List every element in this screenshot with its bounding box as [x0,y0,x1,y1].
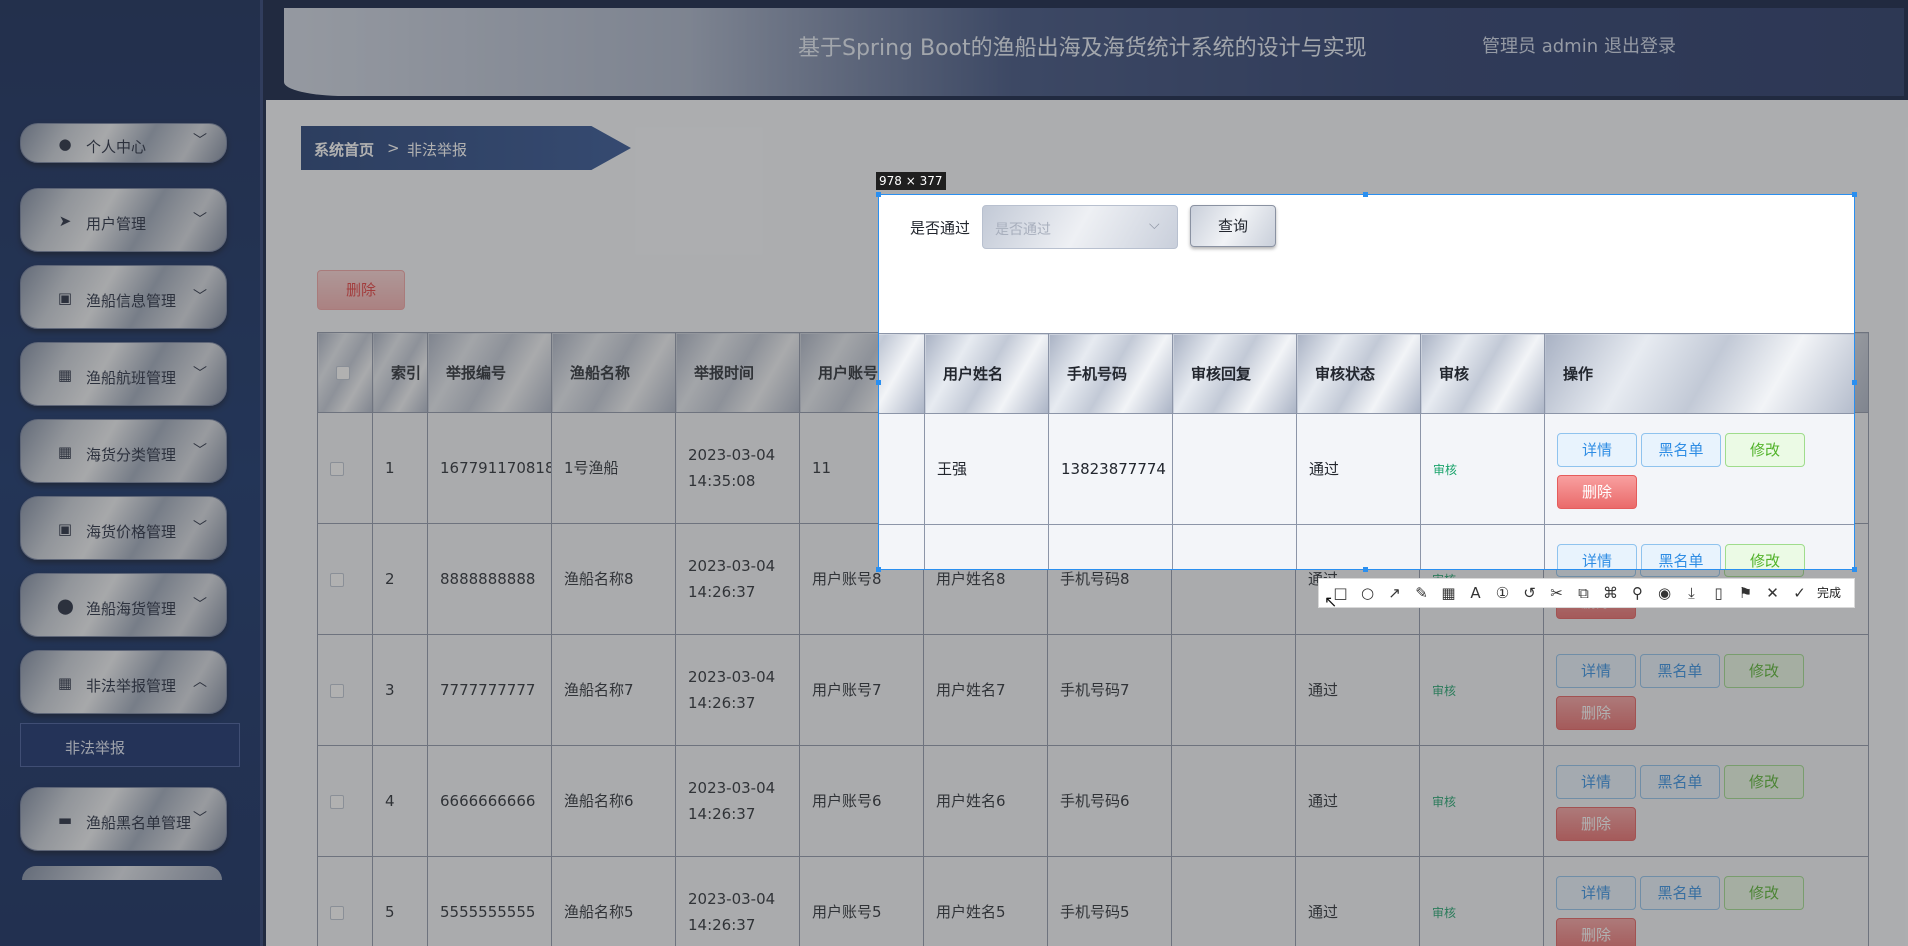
report-table-in-selection: 索引举报编号渔船名称举报时间用户账号用户姓名手机号码审核回复审核状态审核操作 1… [879,333,1854,569]
cell-phone: 手机号码8 [1048,524,1173,569]
resize-handle-tl[interactable] [876,192,881,197]
column-header: 审核 [1420,333,1545,414]
undo-icon[interactable]: ↺ [1516,579,1543,607]
query-button[interactable]: 查询 [1190,205,1276,247]
column-header: 审核状态 [1296,333,1421,414]
phone-icon[interactable]: ▯ [1705,579,1732,607]
selection-size-label: 978 × 377 [876,172,946,190]
table-row: 116779117081811号渔船2023-03-04 14:35:0811王… [879,413,1854,525]
cell-actions: 详情黑名单修改删除 [1544,524,1854,569]
column-header: 操作 [1544,333,1854,414]
text-icon[interactable]: A [1462,579,1489,607]
column-header: 审核回复 [1172,333,1297,414]
capture-toolbar: □ ○ ↗ ✎ ▦ A ① ↺ ✂ ⧉ ⌘ ⚲ ◉ ⤓ ▯ ⚑ ✕ ✓ 完成 [1318,578,1855,608]
resize-handle-bl[interactable] [876,567,881,572]
table-row: 28888888888渔船名称82023-03-04 14:26:37用户账号8… [879,524,1854,569]
pin-icon[interactable]: ⚲ [1624,579,1651,607]
cell-audit: 审核 [1420,524,1545,569]
resize-handle-l[interactable] [876,380,881,385]
column-header: 手机号码 [1048,333,1173,414]
number-icon[interactable]: ① [1489,579,1516,607]
cell-phone: 13823877774 [1048,413,1173,525]
resize-handle-t[interactable] [1363,192,1368,197]
chevron-down-icon: ⌵ [1149,217,1160,233]
translate-icon[interactable]: ⌘ [1597,579,1624,607]
scissors-icon[interactable]: ✂ [1543,579,1570,607]
ellipse-icon[interactable]: ○ [1354,579,1381,607]
capture-selection[interactable]: 索引举报编号渔船名称举报时间用户账号用户姓名手机号码审核回复审核状态审核操作 1… [878,194,1855,570]
pen-icon[interactable]: ✎ [1408,579,1435,607]
cell-status: 通过 [1296,413,1421,525]
cell-reply [1172,524,1297,569]
detail-button[interactable]: 详情 [1557,433,1637,467]
cell-reply [1172,413,1297,525]
mosaic-icon[interactable]: ▦ [1435,579,1462,607]
capture-selection-content: 索引举报编号渔船名称举报时间用户账号用户姓名手机号码审核回复审核状态审核操作 1… [879,195,1854,569]
filter-label: 是否通过 [910,219,971,237]
detail-button[interactable]: 详情 [1557,544,1637,569]
table-header-row: 索引举报编号渔船名称举报时间用户账号用户姓名手机号码审核回复审核状态审核操作 [879,333,1854,414]
cell-status: 通过 [1296,524,1421,569]
ocr-icon[interactable]: ⧉ [1570,579,1597,607]
cell-audit: 审核 [1420,413,1545,525]
check-icon[interactable]: ✓ [1786,579,1813,607]
download-icon[interactable]: ⤓ [1678,579,1705,607]
bookmark-icon[interactable]: ⚑ [1732,579,1759,607]
cell-account: 11 [879,413,925,525]
record-icon[interactable]: ◉ [1651,579,1678,607]
blacklist-button[interactable]: 黑名单 [1641,544,1721,569]
resize-handle-r[interactable] [1852,380,1857,385]
edit-button[interactable]: 修改 [1725,544,1805,569]
done-button[interactable]: 完成 [1817,579,1841,607]
audit-link[interactable]: 审核 [1433,463,1457,477]
edit-button[interactable]: 修改 [1725,433,1805,467]
resize-handle-b[interactable] [1363,567,1368,572]
resize-handle-tr[interactable] [1852,192,1857,197]
cell-username: 王强 [924,413,1049,525]
column-header: 用户账号 [879,333,925,414]
arrow-icon[interactable]: ↗ [1381,579,1408,607]
cell-actions: 详情黑名单修改删除 [1544,413,1854,525]
column-header: 用户姓名 [924,333,1049,414]
cell-username: 用户姓名8 [924,524,1049,569]
cancel-icon[interactable]: ✕ [1759,579,1786,607]
blacklist-button[interactable]: 黑名单 [1641,433,1721,467]
cell-account: 用户账号8 [879,524,925,569]
mouse-cursor-icon: ↖ [1324,592,1338,611]
resize-handle-br[interactable] [1852,567,1857,572]
approval-select[interactable]: 是否通过 ⌵ [982,205,1178,249]
delete-button[interactable]: 删除 [1557,475,1637,509]
approval-select-placeholder: 是否通过 [995,222,1051,238]
app-root: ● 个人中心 ﹀ ➤ 用户管理 ﹀ ▣ 渔船信息管理 ﹀ ▦ 渔船航班管理 ﹀ ▦ 海货分类管理 ﹀ ▣ 海货价… [0,0,1908,946]
